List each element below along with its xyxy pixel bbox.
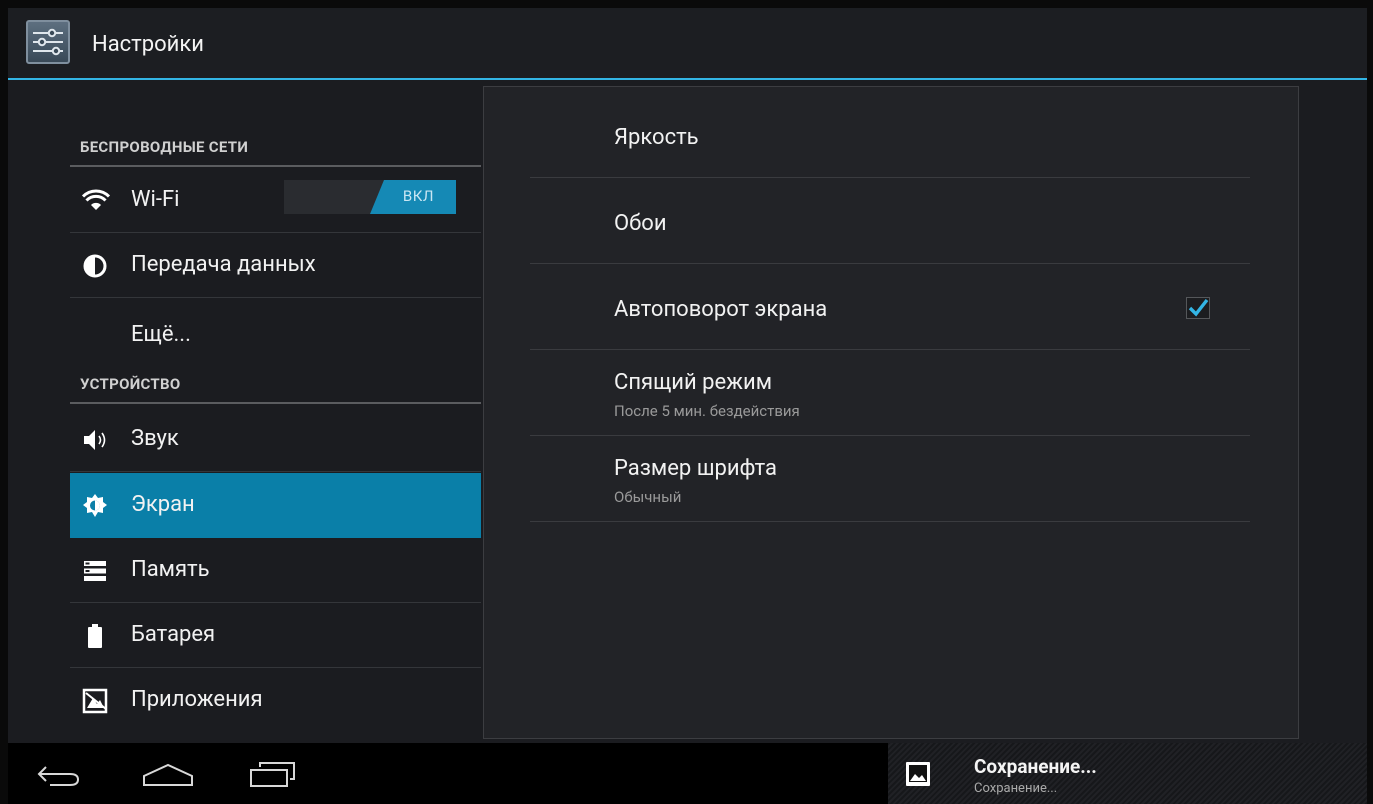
setting-title: Автоповорот экрана xyxy=(614,297,828,322)
sidebar-item-label: Передача данных xyxy=(131,252,316,277)
settings-sidebar: БЕСПРОВОДНЫЕ СЕТИ Wi-Fi ВКЛ Передача дан… xyxy=(70,80,481,743)
sidebar-item-data-usage[interactable]: Передача данных xyxy=(70,233,481,298)
category-header-wireless: БЕСПРОВОДНЫЕ СЕТИ xyxy=(70,127,481,167)
toggle-on-state: ВКЛ xyxy=(370,180,456,214)
setting-font-size[interactable]: Размер шрифта Обычный xyxy=(530,436,1250,522)
sidebar-item-storage[interactable]: Память xyxy=(70,538,481,603)
sidebar-item-label: Батарея xyxy=(131,622,216,647)
setting-title: Яркость xyxy=(614,125,699,150)
wifi-icon xyxy=(82,189,110,210)
system-navigation-bar: Сохранение... Сохранение... xyxy=(8,743,1367,804)
sidebar-item-label: Приложения xyxy=(131,687,263,712)
setting-sleep[interactable]: Спящий режим После 5 мин. бездействия xyxy=(530,350,1250,436)
data-usage-icon xyxy=(83,254,107,278)
sidebar-item-battery[interactable]: Батарея xyxy=(70,603,481,668)
sidebar-item-more[interactable]: Ещё... xyxy=(70,298,481,363)
image-icon xyxy=(906,762,930,786)
settings-sliders-icon[interactable] xyxy=(26,20,70,64)
sidebar-item-label: Память xyxy=(131,557,210,582)
page-title: Настройки xyxy=(92,32,204,57)
setting-title: Обои xyxy=(614,211,667,236)
sidebar-item-label: Звук xyxy=(131,426,179,451)
setting-brightness[interactable]: Яркость xyxy=(530,92,1250,178)
category-header-device: УСТРОЙСТВО xyxy=(70,364,481,404)
sound-icon xyxy=(84,430,106,450)
notification-subtitle: Сохранение... xyxy=(974,781,1058,796)
display-brightness-icon xyxy=(83,494,107,517)
sidebar-item-label: Ещё... xyxy=(131,322,191,347)
storage-icon xyxy=(84,561,106,581)
notification-area[interactable]: Сохранение... Сохранение... xyxy=(888,743,1367,804)
notification-title: Сохранение... xyxy=(974,755,1097,778)
apps-icon xyxy=(82,688,108,714)
toggle-label: ВКЛ xyxy=(402,187,434,205)
display-settings-panel: Яркость Обои Автоповорот экрана Спящий р… xyxy=(483,86,1299,739)
recent-apps-icon[interactable] xyxy=(248,761,298,789)
auto-rotate-checkbox[interactable] xyxy=(1186,297,1210,319)
sidebar-item-display[interactable]: Экран xyxy=(70,473,481,538)
setting-subtitle: Обычный xyxy=(614,488,682,506)
sidebar-item-apps[interactable]: Приложения xyxy=(70,668,481,733)
sidebar-item-label: Wi-Fi xyxy=(131,187,180,212)
battery-icon xyxy=(88,624,102,648)
checkmark-icon xyxy=(1188,298,1209,317)
setting-wallpaper[interactable]: Обои xyxy=(530,178,1250,264)
setting-auto-rotate[interactable]: Автоповорот экрана xyxy=(530,264,1250,350)
action-bar: Настройки xyxy=(8,8,1367,80)
setting-title: Размер шрифта xyxy=(614,456,778,481)
wifi-toggle[interactable]: ВКЛ xyxy=(284,180,456,214)
setting-title: Спящий режим xyxy=(614,370,773,395)
back-icon[interactable] xyxy=(36,763,82,787)
sidebar-item-wifi[interactable]: Wi-Fi ВКЛ xyxy=(70,168,481,233)
home-icon[interactable] xyxy=(142,762,194,788)
sidebar-item-label: Экран xyxy=(131,492,195,517)
setting-subtitle: После 5 мин. бездействия xyxy=(614,402,800,420)
sidebar-item-sound[interactable]: Звук xyxy=(70,407,481,472)
main-area: БЕСПРОВОДНЫЕ СЕТИ Wi-Fi ВКЛ Передача дан… xyxy=(8,80,1367,743)
